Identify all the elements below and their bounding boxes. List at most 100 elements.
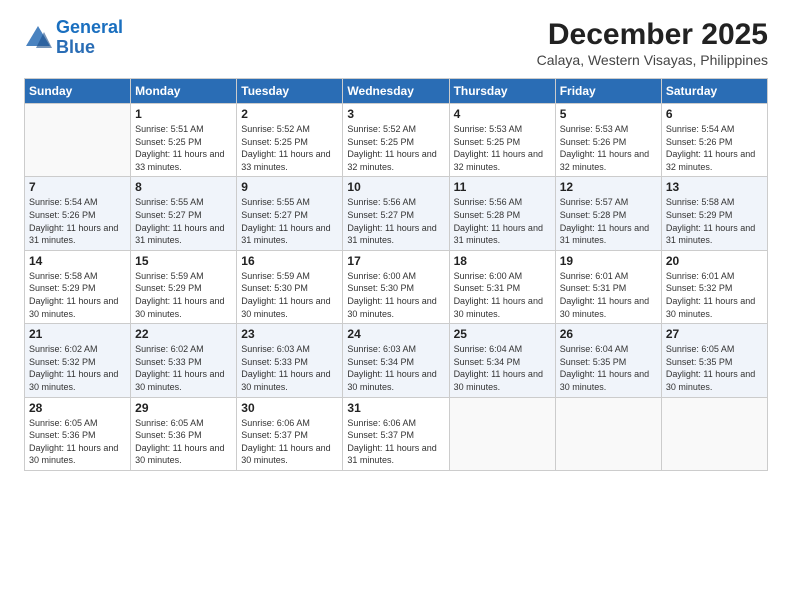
day-number: 14 (29, 254, 126, 268)
day-number: 30 (241, 401, 338, 415)
logo-blue: Blue (56, 37, 95, 57)
day-info: Sunrise: 6:06 AMSunset: 5:37 PMDaylight:… (241, 417, 338, 467)
table-row: 10 Sunrise: 5:56 AMSunset: 5:27 PMDaylig… (343, 177, 449, 250)
day-info: Sunrise: 6:05 AMSunset: 5:36 PMDaylight:… (29, 417, 126, 467)
day-number: 8 (135, 180, 232, 194)
calendar-week-row: 14 Sunrise: 5:58 AMSunset: 5:29 PMDaylig… (25, 250, 768, 323)
logo-text: General Blue (56, 18, 123, 58)
day-number: 9 (241, 180, 338, 194)
day-number: 20 (666, 254, 763, 268)
table-row: 19 Sunrise: 6:01 AMSunset: 5:31 PMDaylig… (555, 250, 661, 323)
day-number: 17 (347, 254, 444, 268)
table-row: 27 Sunrise: 6:05 AMSunset: 5:35 PMDaylig… (661, 324, 767, 397)
day-number: 18 (454, 254, 551, 268)
table-row: 16 Sunrise: 5:59 AMSunset: 5:30 PMDaylig… (237, 250, 343, 323)
day-number: 1 (135, 107, 232, 121)
table-row: 20 Sunrise: 6:01 AMSunset: 5:32 PMDaylig… (661, 250, 767, 323)
day-info: Sunrise: 5:54 AMSunset: 5:26 PMDaylight:… (666, 123, 763, 173)
day-number: 26 (560, 327, 657, 341)
table-row: 6 Sunrise: 5:54 AMSunset: 5:26 PMDayligh… (661, 104, 767, 177)
calendar-week-row: 1 Sunrise: 5:51 AMSunset: 5:25 PMDayligh… (25, 104, 768, 177)
day-info: Sunrise: 5:52 AMSunset: 5:25 PMDaylight:… (347, 123, 444, 173)
day-info: Sunrise: 6:01 AMSunset: 5:31 PMDaylight:… (560, 270, 657, 320)
calendar-week-row: 21 Sunrise: 6:02 AMSunset: 5:32 PMDaylig… (25, 324, 768, 397)
day-number: 22 (135, 327, 232, 341)
table-row (449, 397, 555, 470)
table-row: 1 Sunrise: 5:51 AMSunset: 5:25 PMDayligh… (131, 104, 237, 177)
day-number: 31 (347, 401, 444, 415)
col-tuesday: Tuesday (237, 79, 343, 104)
header: General Blue December 2025 Calaya, Weste… (24, 18, 768, 68)
day-info: Sunrise: 5:57 AMSunset: 5:28 PMDaylight:… (560, 196, 657, 246)
day-number: 4 (454, 107, 551, 121)
table-row: 18 Sunrise: 6:00 AMSunset: 5:31 PMDaylig… (449, 250, 555, 323)
table-row: 14 Sunrise: 5:58 AMSunset: 5:29 PMDaylig… (25, 250, 131, 323)
table-row: 3 Sunrise: 5:52 AMSunset: 5:25 PMDayligh… (343, 104, 449, 177)
day-number: 29 (135, 401, 232, 415)
day-info: Sunrise: 5:58 AMSunset: 5:29 PMDaylight:… (666, 196, 763, 246)
day-number: 28 (29, 401, 126, 415)
day-number: 3 (347, 107, 444, 121)
day-info: Sunrise: 6:00 AMSunset: 5:30 PMDaylight:… (347, 270, 444, 320)
day-info: Sunrise: 6:04 AMSunset: 5:35 PMDaylight:… (560, 343, 657, 393)
table-row: 15 Sunrise: 5:59 AMSunset: 5:29 PMDaylig… (131, 250, 237, 323)
day-info: Sunrise: 6:02 AMSunset: 5:33 PMDaylight:… (135, 343, 232, 393)
day-number: 23 (241, 327, 338, 341)
table-row: 28 Sunrise: 6:05 AMSunset: 5:36 PMDaylig… (25, 397, 131, 470)
day-info: Sunrise: 5:54 AMSunset: 5:26 PMDaylight:… (29, 196, 126, 246)
day-number: 2 (241, 107, 338, 121)
day-info: Sunrise: 6:05 AMSunset: 5:36 PMDaylight:… (135, 417, 232, 467)
calendar-week-row: 7 Sunrise: 5:54 AMSunset: 5:26 PMDayligh… (25, 177, 768, 250)
table-row: 4 Sunrise: 5:53 AMSunset: 5:25 PMDayligh… (449, 104, 555, 177)
day-info: Sunrise: 6:05 AMSunset: 5:35 PMDaylight:… (666, 343, 763, 393)
day-number: 12 (560, 180, 657, 194)
table-row: 8 Sunrise: 5:55 AMSunset: 5:27 PMDayligh… (131, 177, 237, 250)
table-row: 13 Sunrise: 5:58 AMSunset: 5:29 PMDaylig… (661, 177, 767, 250)
day-info: Sunrise: 5:52 AMSunset: 5:25 PMDaylight:… (241, 123, 338, 173)
day-number: 25 (454, 327, 551, 341)
day-number: 27 (666, 327, 763, 341)
table-row: 5 Sunrise: 5:53 AMSunset: 5:26 PMDayligh… (555, 104, 661, 177)
day-number: 24 (347, 327, 444, 341)
day-info: Sunrise: 5:53 AMSunset: 5:25 PMDaylight:… (454, 123, 551, 173)
day-info: Sunrise: 5:53 AMSunset: 5:26 PMDaylight:… (560, 123, 657, 173)
table-row: 23 Sunrise: 6:03 AMSunset: 5:33 PMDaylig… (237, 324, 343, 397)
table-row: 17 Sunrise: 6:00 AMSunset: 5:30 PMDaylig… (343, 250, 449, 323)
calendar-header-row: Sunday Monday Tuesday Wednesday Thursday… (25, 79, 768, 104)
day-info: Sunrise: 5:59 AMSunset: 5:30 PMDaylight:… (241, 270, 338, 320)
day-info: Sunrise: 6:04 AMSunset: 5:34 PMDaylight:… (454, 343, 551, 393)
col-thursday: Thursday (449, 79, 555, 104)
table-row: 24 Sunrise: 6:03 AMSunset: 5:34 PMDaylig… (343, 324, 449, 397)
day-info: Sunrise: 6:06 AMSunset: 5:37 PMDaylight:… (347, 417, 444, 467)
day-number: 10 (347, 180, 444, 194)
table-row (555, 397, 661, 470)
day-number: 5 (560, 107, 657, 121)
day-info: Sunrise: 6:00 AMSunset: 5:31 PMDaylight:… (454, 270, 551, 320)
calendar-table: Sunday Monday Tuesday Wednesday Thursday… (24, 78, 768, 471)
table-row: 31 Sunrise: 6:06 AMSunset: 5:37 PMDaylig… (343, 397, 449, 470)
day-info: Sunrise: 6:01 AMSunset: 5:32 PMDaylight:… (666, 270, 763, 320)
table-row: 25 Sunrise: 6:04 AMSunset: 5:34 PMDaylig… (449, 324, 555, 397)
day-info: Sunrise: 6:02 AMSunset: 5:32 PMDaylight:… (29, 343, 126, 393)
day-number: 6 (666, 107, 763, 121)
table-row: 7 Sunrise: 5:54 AMSunset: 5:26 PMDayligh… (25, 177, 131, 250)
table-row: 29 Sunrise: 6:05 AMSunset: 5:36 PMDaylig… (131, 397, 237, 470)
day-info: Sunrise: 6:03 AMSunset: 5:34 PMDaylight:… (347, 343, 444, 393)
table-row: 11 Sunrise: 5:56 AMSunset: 5:28 PMDaylig… (449, 177, 555, 250)
main-title: December 2025 (537, 18, 768, 52)
page: General Blue December 2025 Calaya, Weste… (0, 0, 792, 612)
day-info: Sunrise: 5:55 AMSunset: 5:27 PMDaylight:… (135, 196, 232, 246)
day-info: Sunrise: 5:55 AMSunset: 5:27 PMDaylight:… (241, 196, 338, 246)
table-row: 21 Sunrise: 6:02 AMSunset: 5:32 PMDaylig… (25, 324, 131, 397)
day-info: Sunrise: 5:56 AMSunset: 5:27 PMDaylight:… (347, 196, 444, 246)
table-row: 12 Sunrise: 5:57 AMSunset: 5:28 PMDaylig… (555, 177, 661, 250)
day-number: 11 (454, 180, 551, 194)
day-info: Sunrise: 5:59 AMSunset: 5:29 PMDaylight:… (135, 270, 232, 320)
day-number: 21 (29, 327, 126, 341)
subtitle: Calaya, Western Visayas, Philippines (537, 52, 768, 68)
logo: General Blue (24, 18, 123, 58)
day-number: 16 (241, 254, 338, 268)
day-info: Sunrise: 5:58 AMSunset: 5:29 PMDaylight:… (29, 270, 126, 320)
table-row: 22 Sunrise: 6:02 AMSunset: 5:33 PMDaylig… (131, 324, 237, 397)
calendar-week-row: 28 Sunrise: 6:05 AMSunset: 5:36 PMDaylig… (25, 397, 768, 470)
